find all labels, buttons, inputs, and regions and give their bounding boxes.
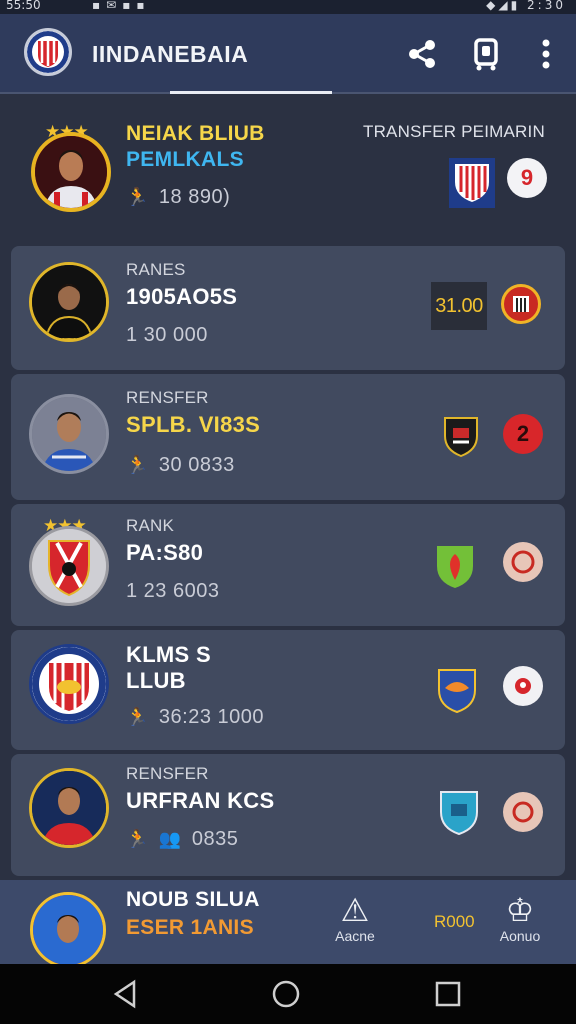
list-item[interactable]: ★★★ RANK PA:S80 1 23 6003 (11, 504, 565, 626)
club-crest-icon (449, 158, 495, 208)
runner-icon: 🏃 (126, 455, 149, 475)
recents-square-icon (435, 981, 461, 1007)
group-icon: 👥 (158, 829, 182, 849)
assign-action-label: Aacne (335, 928, 375, 944)
bottom-price: R000 (434, 912, 475, 931)
share-icon (409, 40, 435, 68)
home-circle-icon (272, 980, 300, 1008)
row-title: NEIAK BLIUB (126, 122, 265, 145)
row-stat: 🏃 18 890) (126, 186, 230, 209)
player-photo (32, 265, 106, 339)
row-stat: 🏃 36:23 1000 (126, 706, 264, 729)
hierarchy-icon: ⚠ (340, 892, 370, 928)
status-icons: ◆◢▮ 2:30 (486, 0, 566, 12)
club-avatar (29, 644, 109, 724)
bottom-title: NOUB SILUA (126, 888, 260, 911)
club-crest-icon (437, 668, 477, 714)
row-subtitle: URFRAN KCS (126, 788, 275, 813)
tab-indicator (170, 91, 332, 94)
club-badge-icon (503, 542, 543, 582)
player-avatar (31, 132, 111, 212)
system-nav-bar (0, 964, 576, 1024)
row-title: KLMS S (126, 642, 211, 667)
club-crest-icon (27, 31, 69, 73)
list-item[interactable]: ★★★ NEIAK BLIUB PEMLKALS 🏃18 890) TRANSF… (11, 110, 565, 240)
club-crest-icon (439, 790, 479, 836)
club-crest-icon (435, 544, 475, 590)
profile-action-button[interactable]: ♔ Aonuo (494, 892, 546, 944)
more-menu-button[interactable] (526, 34, 566, 74)
club-avatar (29, 526, 109, 606)
runner-icon: 🏃 (126, 829, 149, 849)
back-button[interactable] (110, 978, 142, 1010)
row-stat: 🏃 30 0833 (126, 454, 235, 477)
share-button[interactable] (402, 34, 442, 74)
bottom-action-bar: NOUB SILUA ESER 1ANIS ⚠ Aacne ♔ Aonuo (0, 880, 576, 968)
assign-action-button[interactable]: ⚠ Aacne (330, 892, 380, 944)
transfer-label: TRANSFER PEIMARIN (363, 122, 545, 141)
status-time: 55:50 (6, 0, 41, 12)
row-stat: 🏃 👥 0835 (126, 828, 238, 851)
club-crest-icon (443, 416, 483, 462)
recents-button[interactable] (432, 978, 464, 1010)
robot-icon (474, 38, 498, 71)
home-button[interactable] (270, 978, 302, 1010)
list-item[interactable]: RENSFER SPLB. VI83S 🏃 30 0833 2 (11, 374, 565, 500)
app-logo[interactable] (24, 28, 72, 76)
row-stat: 1 30 000 (126, 324, 208, 346)
list-item[interactable]: RENSFER URFRAN KCS 🏃 👥 0835 (11, 754, 565, 876)
price-tag: 31.00 (431, 282, 487, 330)
scan-button[interactable] (466, 34, 506, 74)
club-badge-icon (503, 792, 543, 832)
row-stat-value: 18 890) (158, 186, 231, 208)
row-title: RANES (126, 260, 186, 279)
status-bar: 55:50 ▪✉▪▪ ◆◢▮ 2:30 (0, 0, 576, 14)
runner-icon: 🏃 (126, 707, 149, 727)
back-triangle-icon (113, 979, 136, 1009)
runner-icon: 🏃 (126, 187, 149, 207)
list-item[interactable]: RANES 1905AO5S 1 30 000 31.00 (11, 246, 565, 370)
player-photo (32, 397, 106, 471)
club-crest-icon (32, 647, 106, 721)
status-right-text: 2:30 (527, 0, 566, 12)
player-photo (35, 136, 107, 208)
player-avatar (29, 768, 109, 848)
row-subtitle: 1905AO5S (126, 284, 238, 309)
player-avatar (30, 892, 106, 968)
app-bar: IINDANEBAIA (0, 14, 576, 94)
more-vertical-icon (542, 39, 550, 69)
player-avatar (29, 262, 109, 342)
player-photo (33, 895, 103, 965)
score-badge: 9 (507, 158, 547, 198)
player-photo (32, 771, 106, 845)
profile-action-label: Aonuo (499, 928, 541, 944)
score-badge: 2 (503, 414, 543, 454)
player-avatar (29, 394, 109, 474)
row-title: RANK (126, 516, 175, 535)
club-badge-icon (503, 666, 543, 706)
row-stat-value: 0835 (191, 828, 239, 850)
user-icon: ♔ (505, 892, 535, 928)
row-subtitle: SPLB. VI83S (126, 412, 261, 437)
row-title: RENSFER (126, 764, 209, 783)
row-title: RENSFER (126, 388, 209, 407)
app-title: IINDANEBAIA (92, 41, 249, 67)
row-subtitle: PA:S80 (126, 540, 204, 565)
notification-icons: ▪✉▪▪ (92, 0, 151, 12)
bottom-subtitle: ESER 1ANIS (126, 916, 254, 939)
row-subtitle: LLUB (126, 668, 186, 693)
row-stat-value: 30 0833 (158, 454, 235, 476)
row-stat: 1 23 6003 (126, 580, 220, 602)
club-badge-icon (501, 284, 541, 324)
list-item[interactable]: KLMS S LLUB 🏃 36:23 1000 (11, 630, 565, 750)
row-stat-value: 36:23 1000 (158, 706, 265, 728)
club-crest-icon (32, 529, 106, 603)
row-subtitle: PEMLKALS (126, 148, 244, 171)
